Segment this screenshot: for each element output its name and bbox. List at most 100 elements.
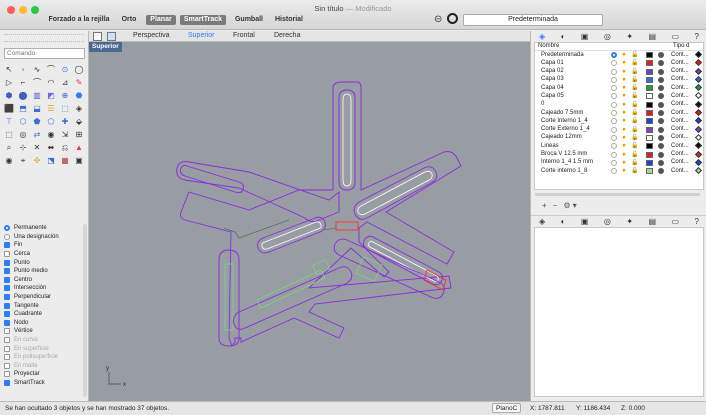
tool-17-icon[interactable]: ⊕ — [59, 90, 71, 101]
snap-6[interactable]: Punto medio — [4, 267, 86, 276]
print-color-icon[interactable] — [694, 133, 703, 142]
checkbox[interactable] — [4, 319, 10, 326]
layer-options-icon[interactable]: ⚙ ▾ — [563, 201, 576, 210]
layer-color-swatch[interactable] — [646, 93, 653, 100]
layer-name[interactable]: Corte Externo 1_4 — [541, 126, 590, 132]
snap-8[interactable]: Intersección — [4, 284, 86, 293]
print-color-icon[interactable] — [694, 92, 703, 100]
current-layer-radio[interactable] — [611, 101, 617, 108]
checkbox[interactable] — [4, 311, 10, 318]
print-color-icon[interactable] — [694, 150, 703, 158]
checkbox[interactable] — [4, 259, 10, 266]
slot-vertical-top-inner[interactable] — [342, 93, 352, 187]
lightbulb-icon[interactable]: ● — [622, 159, 628, 166]
layer-name[interactable]: Predeterminada — [541, 52, 584, 58]
tool-1-icon[interactable]: ↖ — [3, 64, 15, 75]
linetype[interactable]: Cont... — [671, 151, 689, 157]
layer-row[interactable]: Lineas ● 🔓 Cont... — [535, 142, 703, 150]
layer-row[interactable]: Capa 02 ● 🔓 Cont... — [535, 67, 703, 76]
layer-row[interactable]: Predeterminada ● 🔓 Cont... — [535, 50, 703, 59]
material-dot-icon[interactable] — [658, 93, 664, 100]
tool-20-icon[interactable]: ⬒ — [17, 103, 29, 114]
checkbox[interactable] — [4, 337, 10, 344]
lightbulb-icon[interactable]: ● — [622, 76, 628, 83]
lock-icon[interactable]: 🔓 — [631, 76, 638, 83]
layer-row[interactable]: Cajeado 12mm ● 🔓 Cont... — [535, 133, 703, 142]
tool-18-icon[interactable]: ⬣ — [73, 90, 85, 101]
linetype[interactable]: Cont... — [671, 101, 689, 107]
tool-41-icon[interactable]: ⎌ — [59, 142, 71, 153]
lightbulb-icon[interactable]: ● — [622, 101, 628, 108]
layer-row[interactable]: 0 ● 🔓 Cont... — [535, 100, 703, 109]
checkbox[interactable] — [4, 371, 10, 378]
tool-2-icon[interactable]: ◦ — [17, 64, 29, 75]
slot-vertical-top[interactable] — [338, 89, 356, 191]
layer-color-swatch[interactable] — [646, 85, 653, 92]
snap-3[interactable]: Fin — [4, 241, 86, 250]
lightbulb-icon[interactable]: ● — [622, 84, 628, 91]
layer-row[interactable]: Capa 05 ● 🔓 Cont... — [535, 92, 703, 100]
current-layer-radio[interactable] — [611, 159, 617, 166]
linetype[interactable]: Cont... — [671, 143, 689, 149]
layer-name[interactable]: Corte Interno 1_4 — [541, 118, 588, 124]
lock-icon[interactable]: 🔓 — [631, 92, 638, 99]
snap-10[interactable]: Tangente — [4, 301, 86, 310]
print-color-icon[interactable] — [694, 75, 703, 83]
linetype[interactable]: Cont... — [671, 76, 689, 82]
layer-name[interactable]: Cajeado 7.5mm — [541, 110, 583, 116]
layer-name[interactable]: Lineas — [541, 143, 559, 149]
tool-28-icon[interactable]: ⬠ — [45, 116, 57, 127]
tool-32-icon[interactable]: ◎ — [17, 129, 29, 140]
snap-scrollbar[interactable] — [83, 224, 87, 397]
snap-9[interactable]: Perpendicular — [4, 293, 86, 302]
linetype[interactable]: Cont... — [671, 60, 689, 66]
print-color-icon[interactable] — [694, 117, 703, 125]
tool-3-icon[interactable]: ∿ — [31, 64, 43, 75]
target-icon[interactable]: ⊝ — [434, 14, 442, 25]
lock-icon[interactable]: 🔓 — [631, 68, 638, 75]
tool-29-icon[interactable]: ✚ — [59, 116, 71, 127]
tool-39-icon[interactable]: ✕ — [31, 142, 43, 153]
properties-icon-2[interactable]: ◐ — [561, 217, 566, 226]
tool-26-icon[interactable]: ⬡ — [17, 116, 29, 127]
material-dot-icon[interactable] — [658, 101, 664, 108]
layer-color-swatch[interactable] — [646, 76, 653, 83]
lock-icon[interactable]: 🔓 — [631, 117, 638, 124]
snap-4[interactable]: Cerca — [4, 250, 86, 259]
history-toggle[interactable]: Historial — [274, 15, 304, 25]
layer-color-swatch[interactable] — [646, 168, 653, 175]
layer-color-swatch[interactable] — [646, 151, 653, 158]
tab-derecha[interactable]: Derecha — [274, 32, 300, 39]
layer-row[interactable]: Cajeado 7.5mm ● 🔓 Cont... — [535, 109, 703, 117]
tool-38-icon[interactable]: ⊹ — [17, 142, 29, 153]
material-dot-icon[interactable] — [658, 110, 664, 117]
current-layer-radio[interactable] — [611, 76, 617, 83]
linetype[interactable]: Cont... — [671, 93, 689, 99]
tool-34-icon[interactable]: ◉ — [45, 129, 57, 140]
checkbox[interactable] — [4, 242, 10, 249]
current-layer-radio[interactable] — [611, 60, 617, 67]
materials-icon[interactable]: ◎ — [604, 32, 611, 41]
material-dot-icon[interactable] — [658, 126, 664, 133]
tool-21-icon[interactable]: ⬓ — [31, 103, 43, 114]
tool-4-icon[interactable]: ⌒ — [45, 64, 57, 75]
linetype[interactable]: Cont... — [671, 85, 689, 91]
tab-frontal[interactable]: Frontal — [233, 32, 255, 39]
camera-icon-2[interactable]: ▣ — [581, 217, 589, 226]
selection-marker-top[interactable] — [335, 221, 359, 231]
layer-color-swatch[interactable] — [646, 143, 653, 150]
tool-30-icon[interactable]: ⬙ — [73, 116, 85, 127]
lock-icon[interactable]: 🔓 — [631, 126, 638, 133]
material-dot-icon[interactable] — [658, 168, 664, 175]
lightbulb-icon[interactable]: ● — [622, 117, 628, 124]
checkbox[interactable] — [4, 276, 10, 283]
ortho-toggle[interactable]: Orto — [118, 15, 140, 25]
planar-toggle[interactable]: Planar — [146, 15, 176, 25]
tool-11-icon[interactable]: ⊿ — [59, 77, 71, 88]
print-color-icon[interactable] — [694, 167, 703, 175]
current-layer-radio[interactable] — [611, 68, 617, 75]
checkbox[interactable] — [4, 294, 10, 301]
current-layer-radio[interactable] — [611, 118, 617, 125]
current-layer-radio[interactable] — [611, 143, 617, 150]
lock-icon[interactable]: 🔓 — [631, 159, 638, 166]
